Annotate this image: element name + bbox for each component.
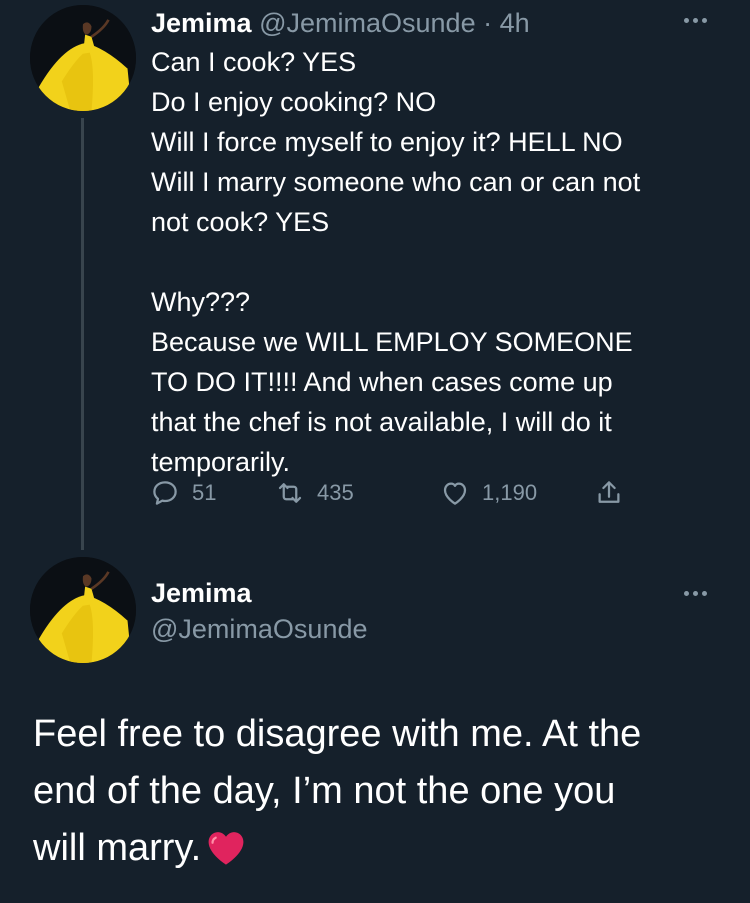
display-name[interactable]: Jemima [151,8,252,38]
more-dots-icon[interactable] [684,15,707,25]
tweet-line: Do I enjoy cooking? NO [151,87,437,117]
tweet-line: that the chef is not available, I will d… [151,407,612,437]
tweet-line: Will I force myself to enjoy it? HELL NO [151,127,623,157]
avatar-image [30,557,136,663]
avatar[interactable] [30,557,136,663]
separator: · [483,8,493,38]
user-handle[interactable]: @JemimaOsunde [151,612,368,646]
share-icon [598,481,620,503]
red-heart-emoji [208,832,244,865]
reply-icon [153,481,177,505]
heart-outline-icon [443,482,467,505]
tweet-line: TO DO IT!!!! And when cases come up [151,367,613,397]
tweet-line: Will I marry someone who can or can not [151,167,641,197]
user-handle[interactable]: @JemimaOsunde [259,8,476,38]
tweet-text: Can I cook? YES Do I enjoy cooking? NO W… [151,42,731,482]
tweet-line: Feel free to disagree with me. At the [33,713,642,755]
tweet-line: temporarily. [151,447,291,477]
reply-count: 51 [192,480,217,505]
tweet-line: Because we WILL EMPLOY SOMEONE [151,327,633,357]
share-button[interactable] [594,478,624,508]
avatar[interactable] [30,5,136,111]
tweet-line: end of the day, I’m not the one you [33,770,616,812]
tweet-text: Feel free to disagree with me. At the en… [33,706,733,877]
tweet-screenshot: Jemima @JemimaOsunde · 4h Can I cook? YE… [0,0,750,903]
tweet-header: Jemima @JemimaOsunde · 4h [151,6,530,40]
tweet-line: Can I cook? YES [151,47,357,77]
avatar-image [30,5,136,111]
more-dots-icon[interactable] [684,588,707,598]
tweet-line: will marry. [33,827,202,869]
tweet-line-last: will marry. [33,820,733,877]
reply-button[interactable]: 51 [150,478,216,508]
display-name[interactable]: Jemima [151,576,252,610]
tweet-line: not cook? YES [151,207,330,237]
retweet-count: 435 [317,480,354,505]
like-button[interactable]: 1,190 [440,478,537,508]
tweet-line: Why??? [151,287,251,317]
like-count: 1,190 [482,480,538,505]
retweet-button[interactable]: 435 [275,478,354,508]
thread-connector-line [81,118,84,550]
timestamp[interactable]: 4h [500,8,530,38]
retweet-icon [278,483,302,503]
